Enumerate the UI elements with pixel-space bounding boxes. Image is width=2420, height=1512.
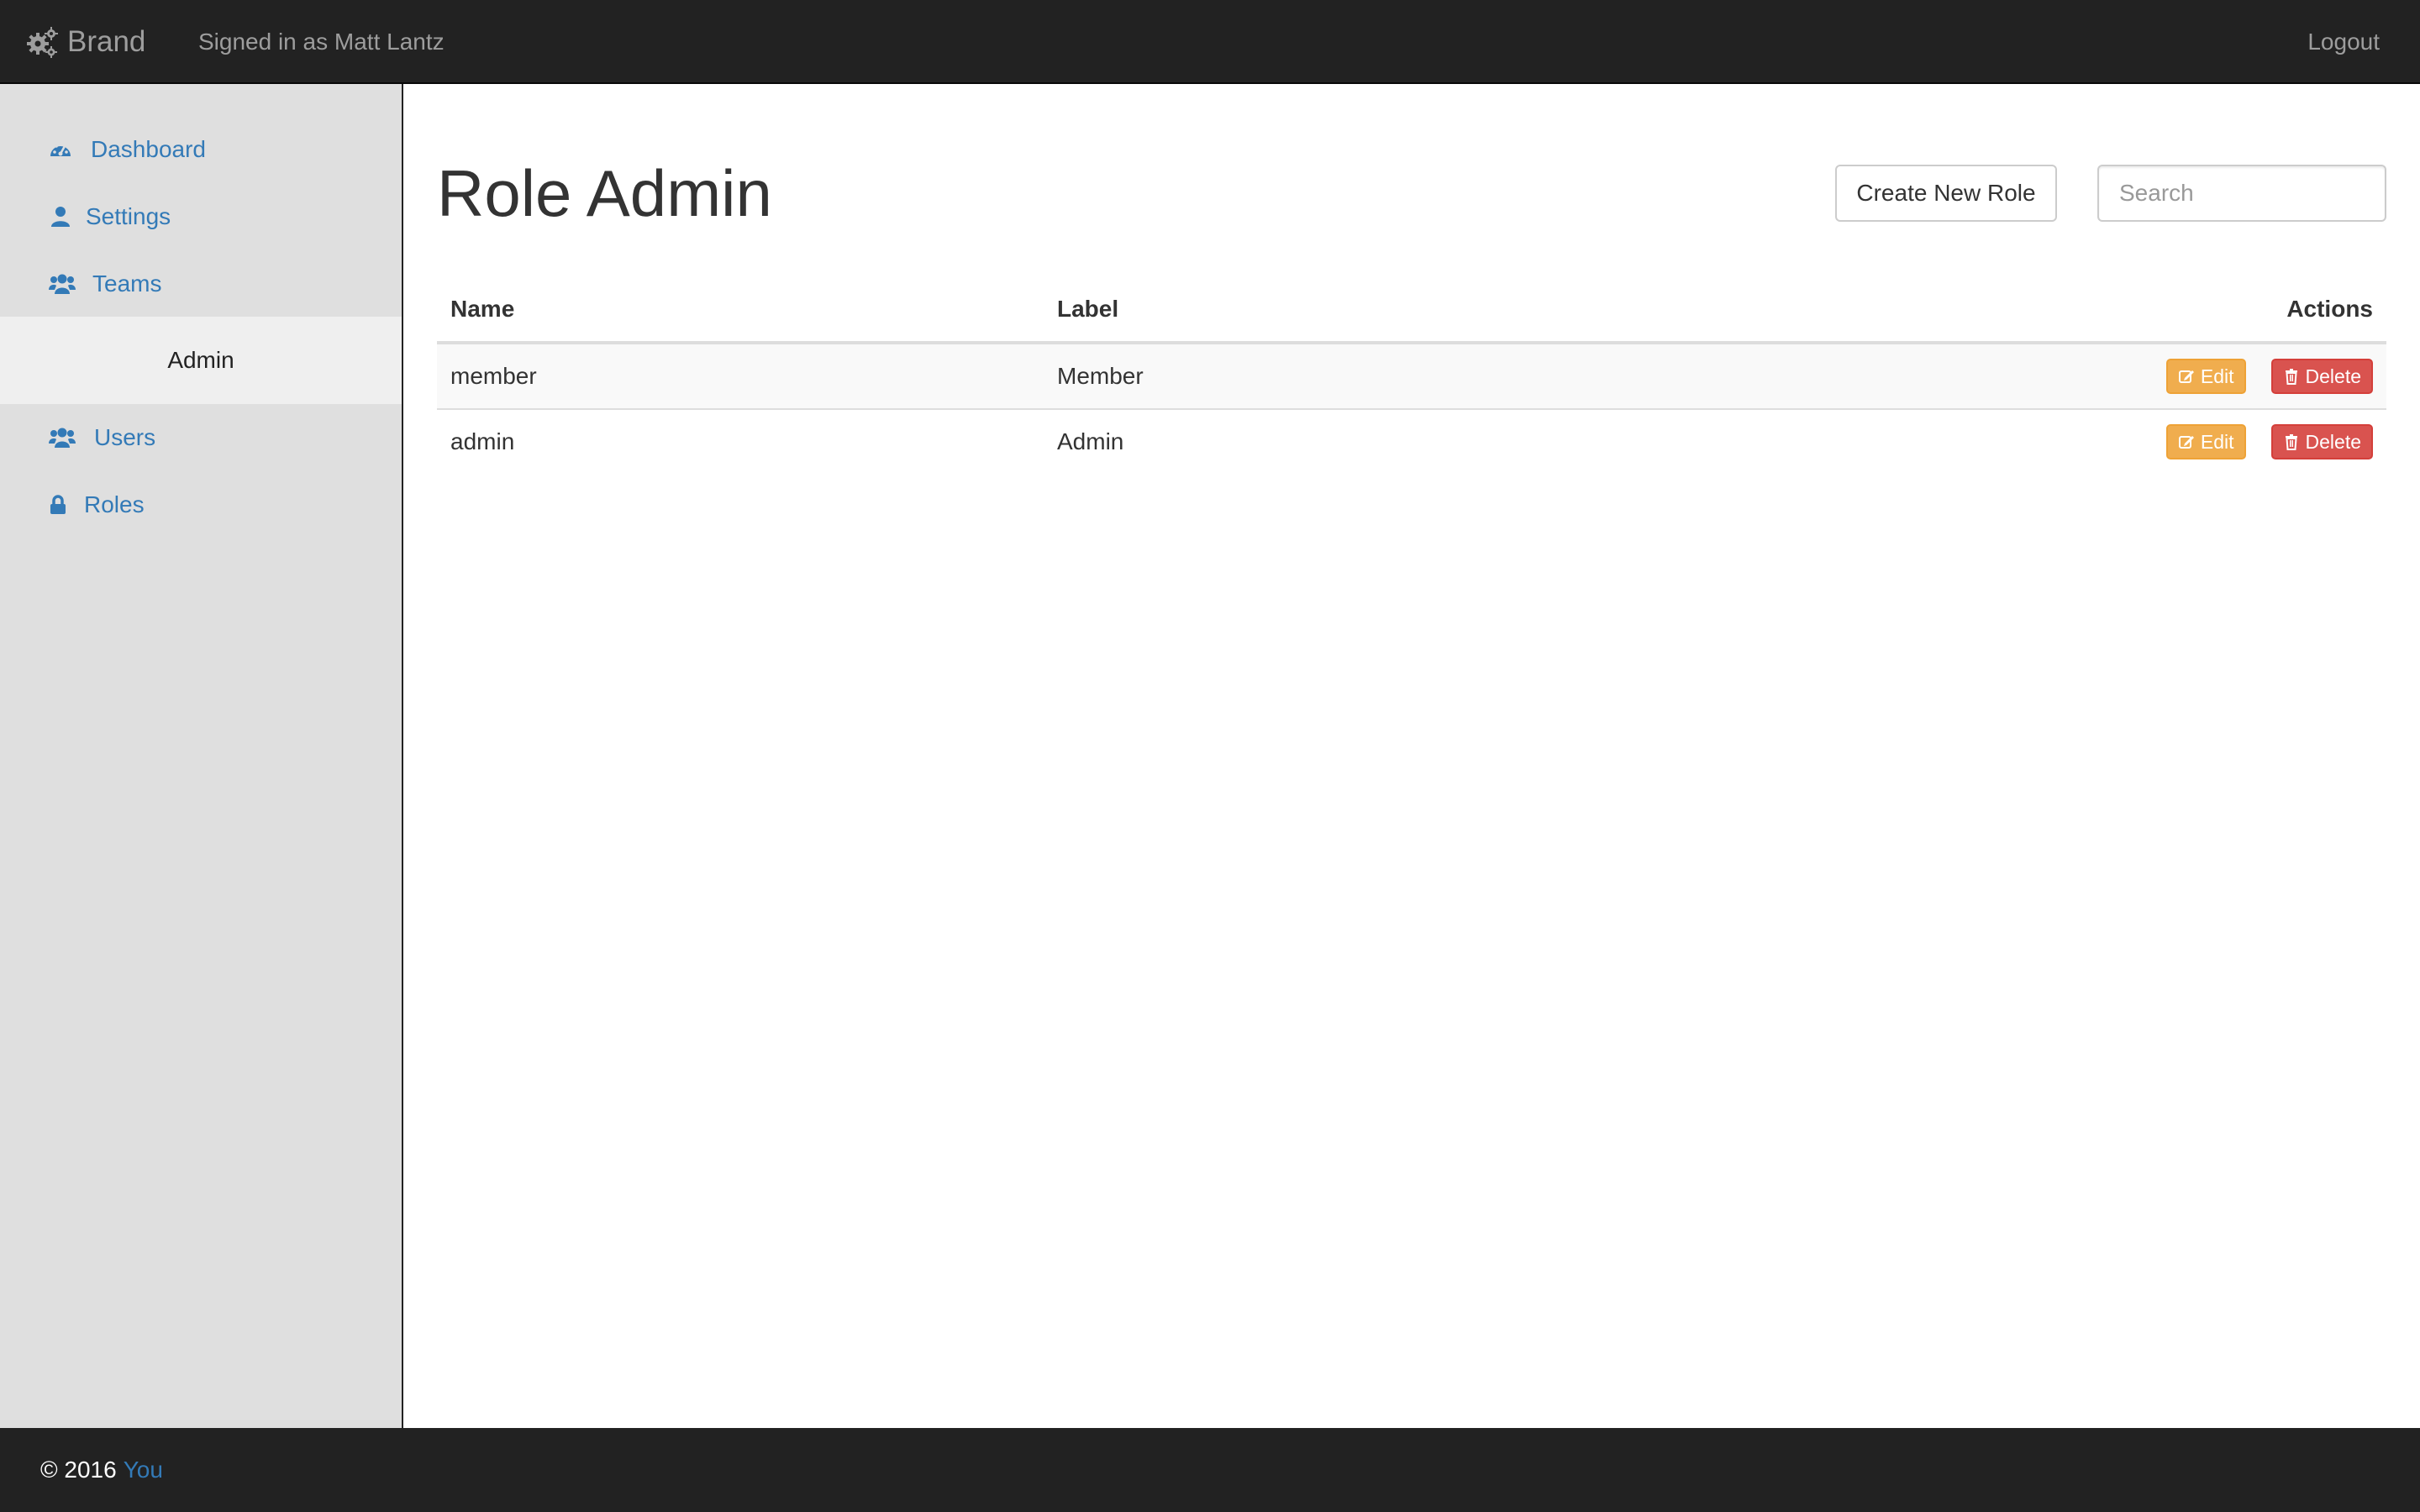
sidebar-item-label: Teams (92, 270, 162, 297)
role-name-cell: admin (450, 428, 515, 454)
sidebar-item-users[interactable]: Users (0, 404, 402, 471)
delete-button[interactable]: Delete (2270, 359, 2373, 394)
signed-in-text: Signed in as Matt Lantz (198, 29, 445, 55)
role-label-cell: Member (1044, 343, 1953, 410)
delete-label: Delete (2305, 430, 2361, 453)
edit-button[interactable]: Edit (2165, 359, 2246, 394)
edit-label: Edit (2200, 430, 2234, 453)
sidebar-item-settings[interactable]: Settings (0, 183, 402, 250)
sidebar-item-label: Users (94, 424, 156, 450)
lock-icon (49, 493, 67, 517)
edit-button[interactable]: Edit (2165, 424, 2246, 459)
sidebar: Dashboard Settings Teams Admin Users Rol… (0, 84, 403, 1428)
table-row: admin Admin Edit Delete (437, 409, 2386, 474)
sidebar-item-roles[interactable]: Roles (0, 471, 402, 538)
footer: © 2016 You (0, 1428, 2420, 1512)
trash-icon (2285, 434, 2297, 450)
delete-label: Delete (2305, 365, 2361, 387)
main-content: Role Admin Create New Role Name Label Ac… (403, 84, 2420, 1428)
users-icon (49, 272, 76, 296)
sidebar-item-label: Roles (84, 491, 145, 517)
cogs-icon (27, 27, 58, 58)
top-navbar: Brand Signed in as Matt Lantz Logout (0, 0, 2420, 84)
actions-cell: Edit Delete (1953, 343, 2386, 410)
table-row: member Member Edit Delete (437, 343, 2386, 410)
sidebar-item-dashboard[interactable]: Dashboard (0, 116, 402, 183)
brand-link[interactable]: Brand (25, 0, 145, 84)
dashboard-icon (49, 138, 72, 161)
user-icon (49, 205, 72, 228)
role-name-cell: member (437, 343, 1044, 410)
column-header-label: Label (1044, 277, 1953, 344)
brand-label: Brand (67, 25, 146, 58)
sidebar-item-teams[interactable]: Teams (0, 250, 402, 318)
delete-button[interactable]: Delete (2270, 424, 2373, 459)
actions-cell: Edit Delete (1953, 409, 2386, 474)
roles-table: Name Label Actions member Member Edit De… (437, 277, 2386, 474)
search-input[interactable] (2097, 165, 2386, 222)
sidebar-section-admin: Admin (0, 317, 402, 404)
users-icon (49, 426, 76, 449)
edit-icon (2178, 370, 2194, 383)
page-title: Role Admin (437, 156, 772, 230)
column-header-actions: Actions (1953, 277, 2386, 344)
footer-you-link[interactable]: You (124, 1457, 163, 1483)
edit-icon (2178, 436, 2194, 449)
logout-link[interactable]: Logout (2307, 0, 2380, 84)
column-header-name: Name (437, 277, 1044, 344)
trash-icon (2285, 369, 2297, 385)
role-label-cell: Admin (1057, 428, 1124, 454)
sidebar-item-label: Settings (86, 203, 171, 229)
copyright-text: © 2016 (40, 1457, 117, 1483)
footer-text: © 2016 You (40, 1457, 163, 1483)
edit-label: Edit (2200, 365, 2234, 387)
sidebar-item-label: Dashboard (91, 136, 206, 162)
table-header-row: Name Label Actions (437, 277, 2386, 344)
create-new-role-button[interactable]: Create New Role (1835, 165, 2057, 222)
